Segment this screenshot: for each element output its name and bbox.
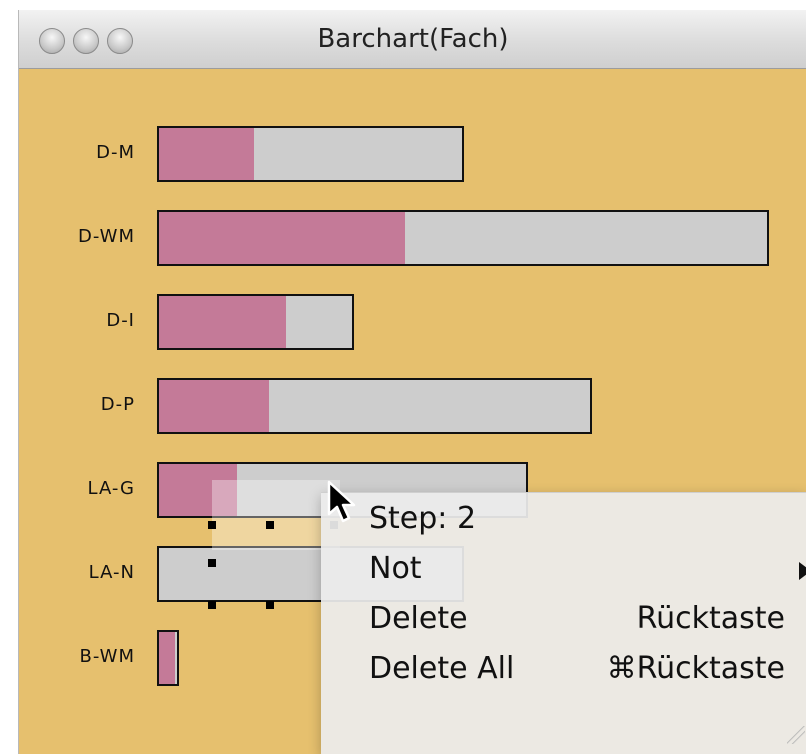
- menu-item-shortcut: Rücktaste: [636, 601, 785, 636]
- menu-item-label: Not: [369, 551, 422, 586]
- selection-handle[interactable]: [208, 601, 216, 609]
- bar[interactable]: [157, 210, 769, 266]
- context-menu: Step: 2 Not Delete Rücktaste Delete All …: [321, 492, 806, 754]
- menu-item-shortcut: ⌘Rücktaste: [606, 651, 785, 686]
- bar[interactable]: [157, 378, 592, 434]
- bar-highlight: [159, 212, 405, 264]
- bar-label: D-P: [100, 394, 135, 415]
- menu-item-label: Step: 2: [369, 501, 477, 536]
- barchart-window: Barchart(Fach) D-M D-WM D-I D-P LA-G LA-N B-WM…: [18, 10, 806, 754]
- menu-item-delete-all[interactable]: Delete All ⌘Rücktaste: [321, 645, 806, 697]
- selection-handle[interactable]: [208, 559, 216, 567]
- bar-highlight: [159, 128, 254, 180]
- menu-item-label: Delete All: [369, 651, 515, 686]
- bar[interactable]: [157, 630, 179, 686]
- menu-item-not[interactable]: Not: [321, 545, 806, 597]
- bar-highlight: [159, 296, 286, 348]
- resize-grip-icon[interactable]: [787, 726, 805, 744]
- bar-label: B-WM: [79, 646, 135, 667]
- arrow-cursor-icon: [327, 480, 356, 523]
- selection-handle[interactable]: [266, 601, 274, 609]
- bar-label: D-M: [96, 142, 135, 163]
- submenu-arrow-icon: [799, 562, 806, 580]
- bar-highlight: [159, 380, 269, 432]
- bar[interactable]: [157, 294, 354, 350]
- bar-label: LA-N: [88, 562, 135, 583]
- bar-label: D-I: [106, 310, 135, 331]
- menu-item-step[interactable]: Step: 2: [321, 495, 806, 547]
- selection-handle[interactable]: [266, 521, 274, 529]
- menu-item-delete[interactable]: Delete Rücktaste: [321, 595, 806, 647]
- window-title: Barchart(Fach): [317, 24, 509, 54]
- title-bar[interactable]: Barchart(Fach): [19, 10, 806, 69]
- selection-handle[interactable]: [208, 521, 216, 529]
- bar-label: D-WM: [78, 226, 135, 247]
- bar-highlight: [159, 632, 175, 684]
- menu-item-label: Delete: [369, 601, 468, 636]
- bar-label: LA-G: [87, 478, 135, 499]
- bar[interactable]: [157, 126, 464, 182]
